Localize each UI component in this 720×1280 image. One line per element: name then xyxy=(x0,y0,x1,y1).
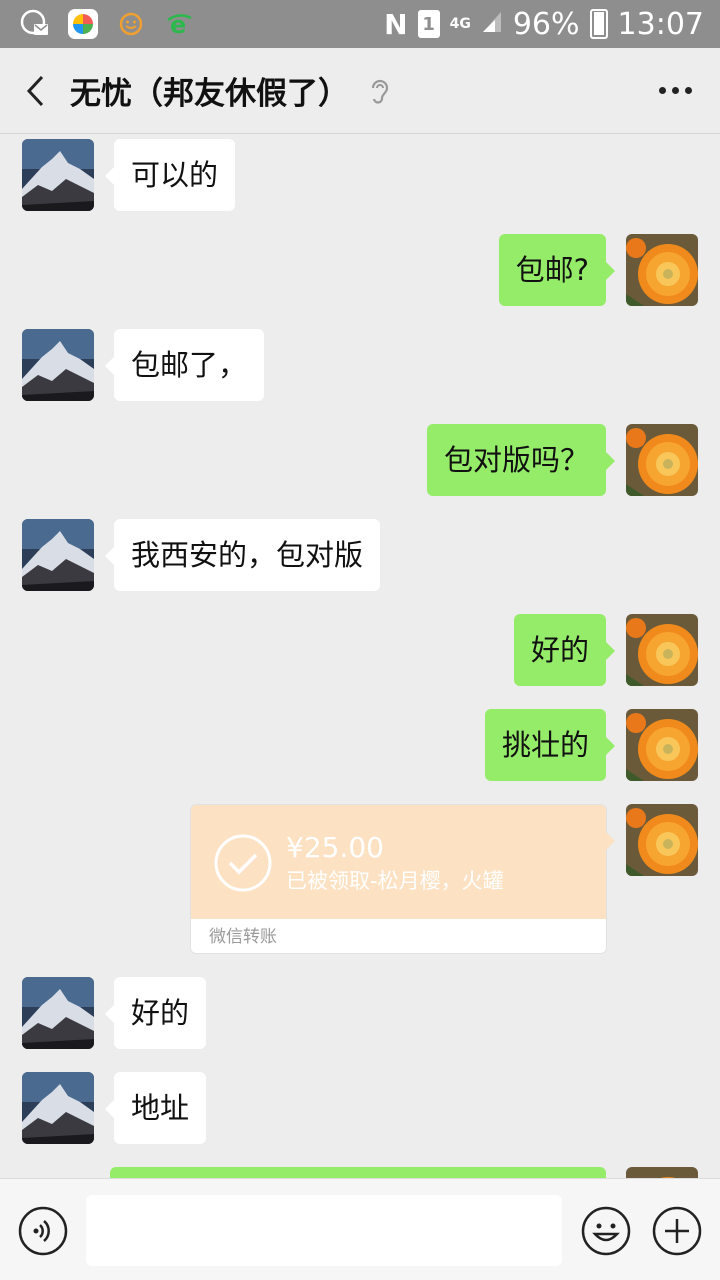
contact-avatar[interactable] xyxy=(22,519,94,591)
check-circle-icon xyxy=(214,834,272,892)
self-avatar[interactable] xyxy=(626,804,698,876)
message-bubble[interactable]: 可以的 xyxy=(104,139,236,211)
message-list[interactable]: 可以的 包邮? 包邮了， 包对版吗？ 我西安的，包对版 好的 挑壮的 ¥25.0… xyxy=(0,135,720,1178)
battery-icon xyxy=(589,9,608,39)
voice-icon[interactable] xyxy=(18,1206,68,1256)
network-type: 4G xyxy=(449,16,471,32)
transfer-label: 微信转账 xyxy=(209,927,277,947)
message-input[interactable] xyxy=(86,1195,562,1266)
back-icon xyxy=(26,75,44,106)
chat-screen: e N 1 4G 96% 13:07 无忧（邦友休假了） 可以的 包邮? 包邮了… xyxy=(0,0,720,1280)
battery-text: 96% xyxy=(512,6,580,42)
transfer-amount: ¥25.00 xyxy=(286,831,384,864)
app-store-icon xyxy=(68,9,98,39)
message-bubble[interactable]: 包邮了， xyxy=(104,329,265,401)
contact-avatar[interactable] xyxy=(22,329,94,401)
message-bubble[interactable]: 包对版吗？ xyxy=(426,424,616,496)
more-icon xyxy=(659,87,666,94)
input-bar xyxy=(0,1178,720,1280)
message-bubble-partial[interactable] xyxy=(110,1167,606,1178)
self-avatar[interactable] xyxy=(626,234,698,306)
self-avatar[interactable] xyxy=(626,709,698,781)
more-button[interactable] xyxy=(659,87,692,94)
self-avatar[interactable] xyxy=(626,1167,698,1178)
plus-icon[interactable] xyxy=(652,1206,702,1256)
sim-icon: 1 xyxy=(417,10,440,38)
message-bubble[interactable]: 我西安的，包对版 xyxy=(104,519,381,591)
message-bubble[interactable]: 挑壮的 xyxy=(484,709,616,781)
message-bubble[interactable]: 好的 xyxy=(513,614,616,686)
status-bar: e N 1 4G 96% 13:07 xyxy=(0,0,720,48)
signal-icon xyxy=(481,7,503,42)
ear-icon xyxy=(371,79,389,104)
self-avatar[interactable] xyxy=(626,424,698,496)
browser-e-icon: e xyxy=(164,9,194,39)
transfer-card[interactable]: ¥25.00 已被领取-松月樱，火罐 微信转账 xyxy=(190,804,607,954)
clock-text: 13:07 xyxy=(617,6,704,42)
nfc-icon: N xyxy=(384,7,408,41)
message-bubble[interactable]: 好的 xyxy=(104,977,207,1049)
back-button[interactable] xyxy=(0,48,70,134)
self-avatar[interactable] xyxy=(626,614,698,686)
transfer-note: 已被领取-松月樱，火罐 xyxy=(286,869,504,893)
emoji-icon[interactable] xyxy=(581,1206,631,1256)
chat-header: 无忧（邦友休假了） xyxy=(0,48,720,134)
chat-title: 无忧（邦友休假了） xyxy=(70,76,349,112)
mail-globe-icon xyxy=(20,9,50,39)
contact-avatar[interactable] xyxy=(22,139,94,211)
face-app-icon xyxy=(116,9,146,39)
contact-avatar[interactable] xyxy=(22,977,94,1049)
message-bubble[interactable]: 地址 xyxy=(104,1072,207,1144)
contact-avatar[interactable] xyxy=(22,1072,94,1144)
message-bubble[interactable]: 包邮? xyxy=(498,234,616,306)
